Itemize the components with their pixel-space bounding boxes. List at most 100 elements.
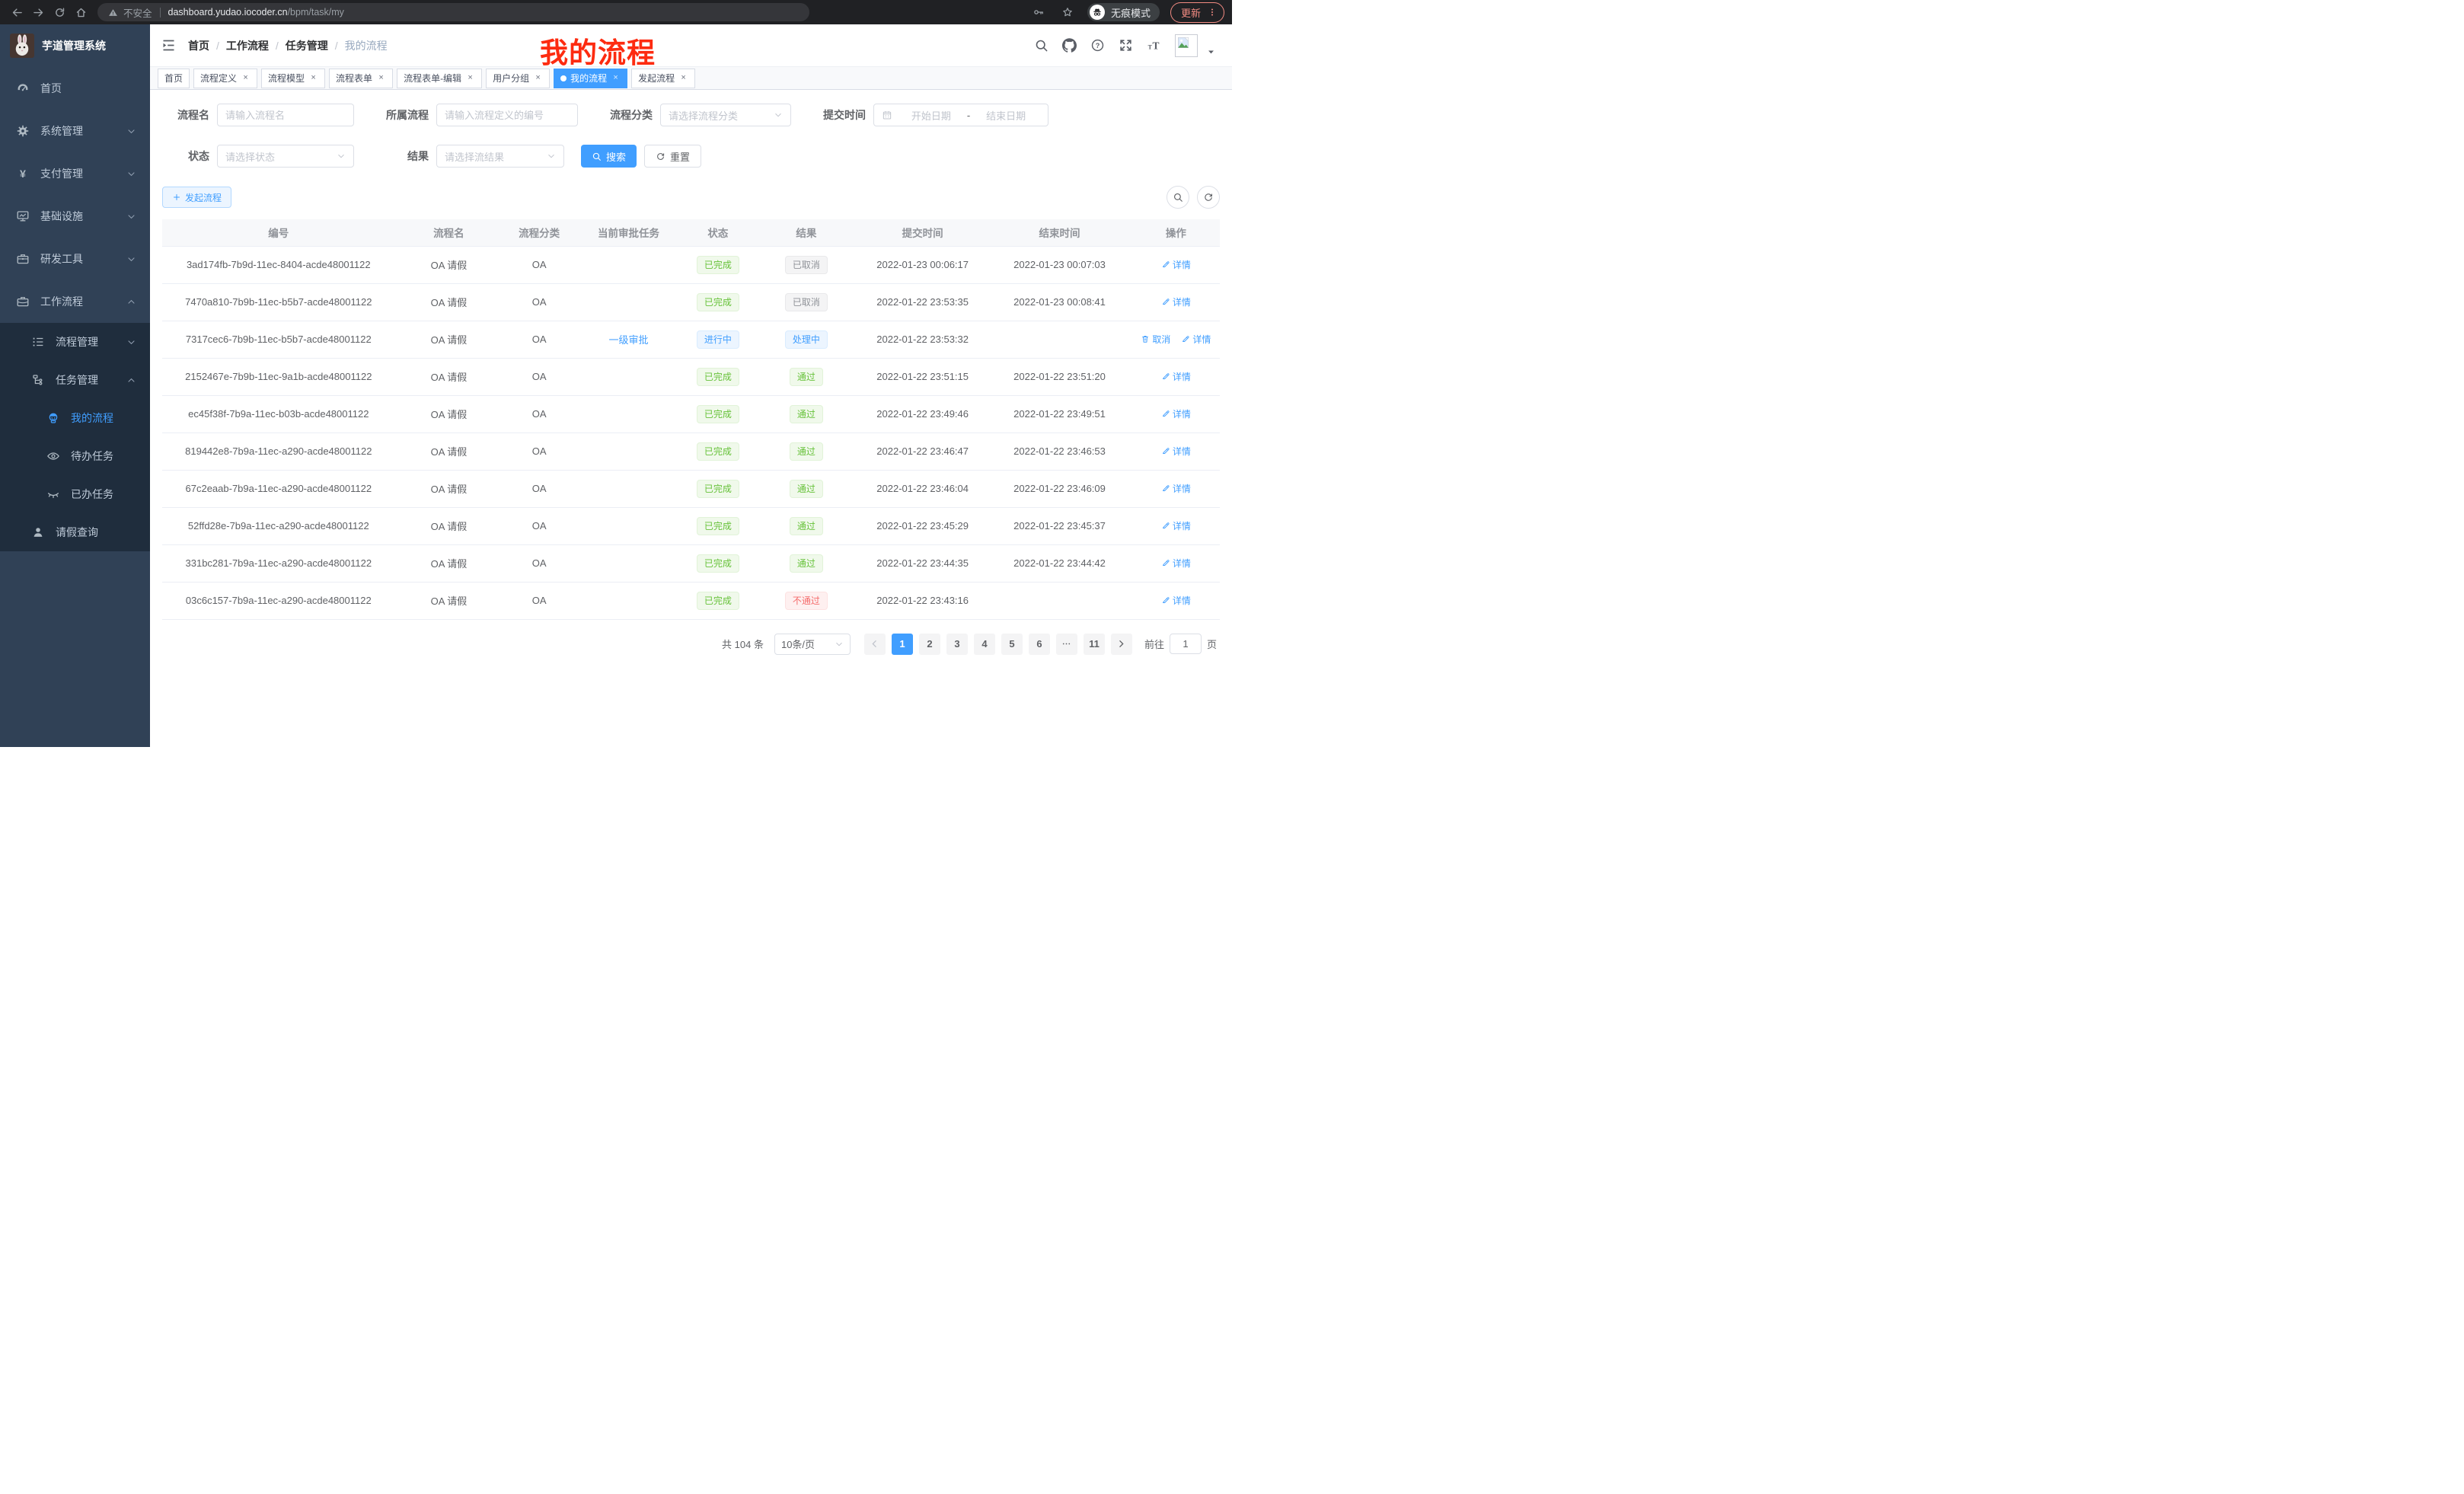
sidebar-item-system-management[interactable]: 系统管理 — [0, 110, 150, 152]
refresh-table-button[interactable] — [1197, 186, 1220, 209]
page-button-2[interactable]: 2 — [919, 634, 940, 655]
github-icon[interactable] — [1062, 38, 1077, 53]
tab-item-3[interactable]: 流程表单× — [329, 69, 393, 88]
sidebar-item-dev-tools[interactable]: 研发工具 — [0, 238, 150, 280]
filter-label-status: 状态 — [162, 148, 217, 164]
detail-link[interactable]: 详情 — [1181, 333, 1211, 346]
tab-close-icon[interactable]: × — [533, 73, 543, 83]
search-button[interactable]: 搜索 — [581, 145, 637, 168]
menu-fold-icon[interactable] — [161, 37, 177, 53]
cell-end-time: 2022-01-22 23:49:51 — [987, 395, 1131, 433]
search-icon[interactable] — [1034, 38, 1048, 53]
detail-link[interactable]: 详情 — [1161, 482, 1191, 495]
help-icon[interactable]: ? — [1090, 38, 1105, 53]
process-name-input[interactable] — [217, 104, 354, 126]
breadcrumb-item[interactable]: 任务管理 — [286, 38, 328, 53]
tab-close-icon[interactable]: × — [308, 73, 318, 83]
fullscreen-icon[interactable] — [1119, 38, 1133, 53]
page-button-3[interactable]: 3 — [946, 634, 968, 655]
sidebar-item-todo-tasks[interactable]: 待办任务 — [0, 437, 150, 475]
gear-icon — [14, 123, 31, 139]
category-select[interactable]: 请选择流程分类 — [660, 104, 791, 126]
address-bar[interactable]: 不安全 dashboard.yudao.iocoder.cn/bpm/task/… — [97, 3, 809, 21]
tab-item-4[interactable]: 流程表单-编辑× — [397, 69, 482, 88]
browser-forward-icon[interactable] — [29, 3, 47, 21]
page-button-5[interactable]: 5 — [1001, 634, 1023, 655]
browser-menu-icon[interactable] — [1208, 7, 1217, 18]
browser-reload-icon[interactable] — [50, 3, 69, 21]
sidebar-item-infrastructure[interactable]: 基础设施 — [0, 195, 150, 238]
detail-link[interactable]: 详情 — [1161, 258, 1191, 271]
bookmark-star-icon[interactable] — [1058, 3, 1077, 21]
sidebar-item-done-tasks[interactable]: 已办任务 — [0, 475, 150, 513]
pagination: 共 104 条10条/页12345611前往页 — [165, 634, 1217, 655]
toggle-search-button[interactable] — [1167, 186, 1189, 209]
insecure-warning-icon — [108, 8, 118, 18]
cell-result: 通过 — [755, 433, 858, 470]
logo-image — [10, 34, 34, 58]
page-size-select[interactable]: 10条/页 — [774, 634, 851, 655]
tab-close-icon[interactable]: × — [611, 73, 621, 83]
tab-close-icon[interactable]: × — [241, 73, 251, 83]
calendar-icon — [882, 110, 892, 120]
parent-process-input[interactable] — [436, 104, 578, 126]
tab-item-6[interactable]: 我的流程× — [554, 69, 627, 88]
sidebar-item-my-process[interactable]: 我的流程 — [0, 399, 150, 437]
previous-page-button[interactable] — [864, 634, 886, 655]
page-button-4[interactable]: 4 — [974, 634, 995, 655]
sidebar-item-process-management[interactable]: 流程管理 — [0, 323, 150, 361]
result-badge: 通过 — [790, 554, 823, 573]
create-process-button[interactable]: 发起流程 — [162, 187, 231, 208]
detail-link[interactable]: 详情 — [1161, 370, 1191, 383]
cell-submit-time: 2022-01-22 23:49:46 — [858, 395, 987, 433]
pagination-more-icon[interactable] — [1056, 634, 1077, 655]
browser-home-icon[interactable] — [72, 3, 90, 21]
status-select[interactable]: 请选择状态 — [217, 145, 354, 168]
breadcrumb-item[interactable]: 工作流程 — [226, 38, 269, 53]
page-button-6[interactable]: 6 — [1029, 634, 1050, 655]
avatar-caret-icon[interactable] — [1207, 48, 1215, 56]
tab-item-1[interactable]: 流程定义× — [193, 69, 257, 88]
submit-time-range-picker[interactable]: 开始日期 - 结束日期 — [873, 104, 1048, 126]
create-process-label: 发起流程 — [185, 191, 222, 204]
avatar[interactable] — [1175, 34, 1198, 57]
cell-current-task — [576, 283, 681, 321]
browser-back-icon[interactable] — [8, 3, 26, 21]
result-badge: 已取消 — [785, 293, 828, 311]
status-badge: 已完成 — [697, 517, 739, 535]
goto-page-input[interactable] — [1170, 634, 1202, 654]
font-size-icon[interactable]: TT — [1147, 38, 1161, 53]
tab-item-2[interactable]: 流程模型× — [261, 69, 325, 88]
app-title: 芋道管理系统 — [42, 38, 106, 53]
result-select[interactable]: 请选择流结果 — [436, 145, 564, 168]
detail-link[interactable]: 详情 — [1161, 557, 1191, 570]
sidebar-item-task-management[interactable]: 任务管理 — [0, 361, 150, 399]
sidebar-item-payment-management[interactable]: ¥支付管理 — [0, 152, 150, 195]
sidebar-item-leave-query[interactable]: 请假查询 — [0, 513, 150, 551]
breadcrumb-item[interactable]: 首页 — [188, 38, 209, 53]
process-table: 编号流程名流程分类当前审批任务状态结果提交时间结束时间操作 3ad174fb-7… — [162, 219, 1220, 620]
sidebar-item-home[interactable]: 首页 — [0, 67, 150, 110]
page-button-1[interactable]: 1 — [892, 634, 913, 655]
tab-close-icon[interactable]: × — [678, 73, 688, 83]
tab-item-7[interactable]: 发起流程× — [631, 69, 695, 88]
detail-link[interactable]: 详情 — [1161, 519, 1191, 532]
tab-close-icon[interactable]: × — [465, 73, 475, 83]
next-page-button[interactable] — [1111, 634, 1132, 655]
detail-link[interactable]: 详情 — [1161, 594, 1191, 607]
detail-link[interactable]: 详情 — [1161, 445, 1191, 458]
current-task-link[interactable]: 一级审批 — [609, 334, 649, 346]
cancel-link[interactable]: 取消 — [1141, 333, 1170, 346]
sidebar-item-label: 系统管理 — [40, 123, 83, 139]
tab-item-0[interactable]: 首页 — [158, 69, 190, 88]
page-button-11[interactable]: 11 — [1084, 634, 1105, 655]
sidebar-item-workflow[interactable]: 工作流程 — [0, 280, 150, 323]
tab-close-icon[interactable]: × — [376, 73, 386, 83]
cell-status: 已完成 — [681, 395, 755, 433]
tab-item-5[interactable]: 用户分组× — [486, 69, 550, 88]
password-key-icon[interactable] — [1029, 3, 1048, 21]
detail-link[interactable]: 详情 — [1161, 295, 1191, 308]
browser-update-button[interactable]: 更新 — [1170, 2, 1224, 23]
detail-link[interactable]: 详情 — [1161, 407, 1191, 420]
reset-button[interactable]: 重置 — [644, 145, 701, 168]
